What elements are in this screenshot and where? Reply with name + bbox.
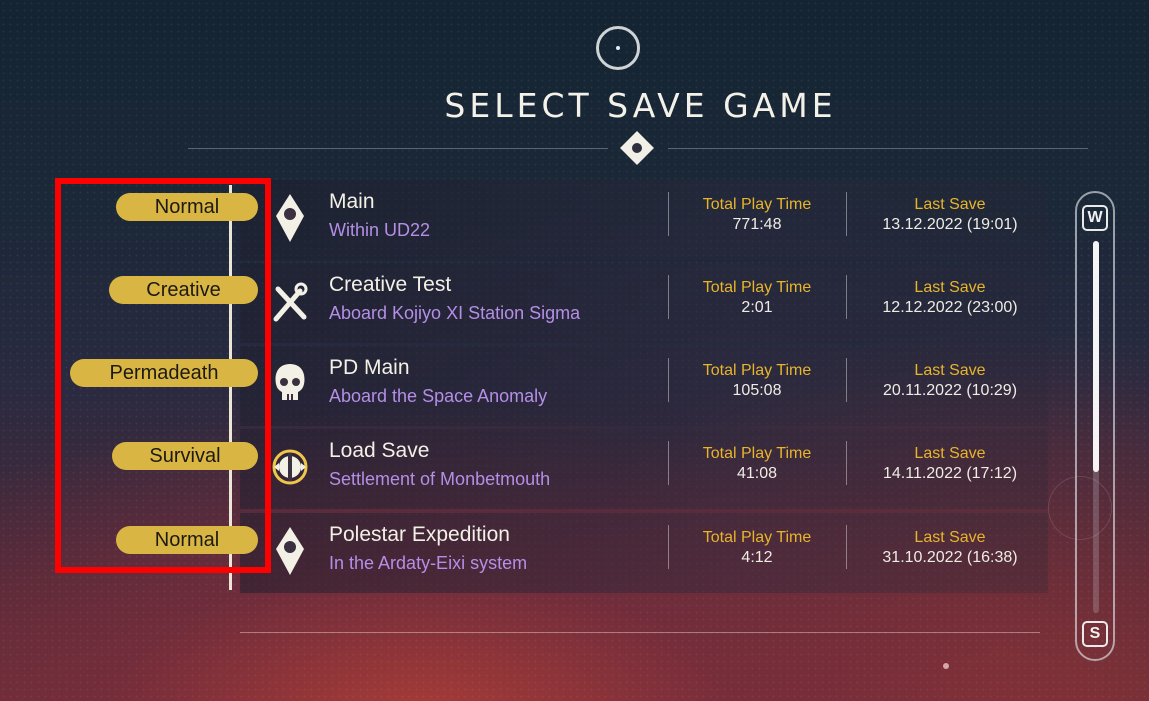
scroll-thumb[interactable] (1093, 241, 1099, 472)
playtime-column: Total Play Time 2:01 (668, 263, 846, 317)
playtime-column: Total Play Time 41:08 (668, 429, 846, 483)
playtime-value: 105:08 (732, 382, 782, 399)
save-location: Aboard the Space Anomaly (329, 386, 548, 406)
playtime-label: Total Play Time (702, 279, 812, 296)
scroll-track[interactable] (1093, 241, 1099, 613)
lastsave-value: 12.12.2022 (23:00) (882, 299, 1018, 316)
bottom-divider (240, 632, 1040, 633)
save-slot-row[interactable]: PD Main Aboard the Space Anomaly Total P… (240, 346, 1048, 426)
playtime-label: Total Play Time (702, 445, 812, 462)
lastsave-column: Last Save 14.11.2022 (17:12) (846, 429, 1054, 483)
location-pin-icon (270, 525, 310, 577)
mode-badge[interactable]: Permadeath (70, 359, 258, 387)
diamond-icon (620, 131, 654, 165)
playtime-value: 41:08 (736, 465, 778, 482)
playtime-label: Total Play Time (702, 529, 812, 546)
lastsave-value: 14.11.2022 (17:12) (882, 465, 1018, 482)
save-name: Creative Test (329, 273, 452, 296)
save-name: Load Save (329, 439, 430, 462)
skull-icon (270, 358, 310, 410)
lastsave-label: Last Save (914, 445, 986, 462)
lastsave-column: Last Save 31.10.2022 (16:38) (846, 513, 1054, 567)
lastsave-value: 31.10.2022 (16:38) (882, 549, 1018, 566)
menu-ring-icon (596, 26, 640, 70)
survival-shield-icon (270, 441, 310, 493)
decorative-dot (943, 663, 949, 669)
save-slot-row[interactable]: Load Save Settlement of Monbetmouth Tota… (240, 429, 1048, 509)
playtime-value: 4:12 (741, 549, 773, 566)
save-location: Settlement of Monbetmouth (329, 469, 551, 489)
mode-badge[interactable]: Survival (112, 442, 258, 470)
save-location: Aboard Kojiyo XI Station Sigma (329, 303, 581, 323)
lastsave-value: 20.11.2022 (10:29) (882, 382, 1018, 399)
location-pin-icon (270, 192, 310, 244)
lastsave-label: Last Save (914, 529, 986, 546)
lastsave-label: Last Save (914, 362, 986, 379)
playtime-column: Total Play Time 771:48 (668, 180, 846, 234)
playtime-value: 771:48 (732, 216, 782, 233)
save-name: PD Main (329, 356, 410, 379)
mode-badge[interactable]: Creative (109, 276, 258, 304)
title-divider-left (188, 148, 608, 149)
save-location: Within UD22 (329, 220, 431, 240)
save-slot-row[interactable]: Creative Test Aboard Kojiyo XI Station S… (240, 263, 1048, 343)
playtime-column: Total Play Time 4:12 (668, 513, 846, 567)
lastsave-label: Last Save (914, 279, 986, 296)
save-name: Polestar Expedition (329, 523, 510, 546)
save-slot-row[interactable]: Polestar Expedition In the Ardaty-Eixi s… (240, 513, 1048, 593)
playtime-value: 2:01 (741, 299, 773, 316)
mode-badge[interactable]: Normal (116, 526, 258, 554)
playtime-label: Total Play Time (702, 196, 812, 213)
lastsave-column: Last Save 20.11.2022 (10:29) (846, 346, 1054, 400)
wrench-screwdriver-icon (270, 275, 310, 327)
title-divider-right (668, 148, 1088, 149)
scrollbar[interactable]: W S (1075, 191, 1115, 661)
lastsave-column: Last Save 12.12.2022 (23:00) (846, 263, 1054, 317)
scroll-down-key[interactable]: S (1082, 621, 1108, 647)
scroll-up-key[interactable]: W (1082, 205, 1108, 231)
page-title: SELECT SAVE GAME (444, 86, 837, 125)
save-slot-row[interactable]: Main Within UD22 Total Play Time 771:48 … (240, 180, 1048, 260)
mode-badge[interactable]: Normal (116, 193, 258, 221)
lastsave-column: Last Save 13.12.2022 (19:01) (846, 180, 1054, 234)
lastsave-value: 13.12.2022 (19:01) (882, 216, 1018, 233)
playtime-label: Total Play Time (702, 362, 812, 379)
lastsave-label: Last Save (914, 196, 986, 213)
save-location: In the Ardaty-Eixi system (329, 553, 528, 573)
playtime-column: Total Play Time 105:08 (668, 346, 846, 400)
save-name: Main (329, 190, 375, 213)
